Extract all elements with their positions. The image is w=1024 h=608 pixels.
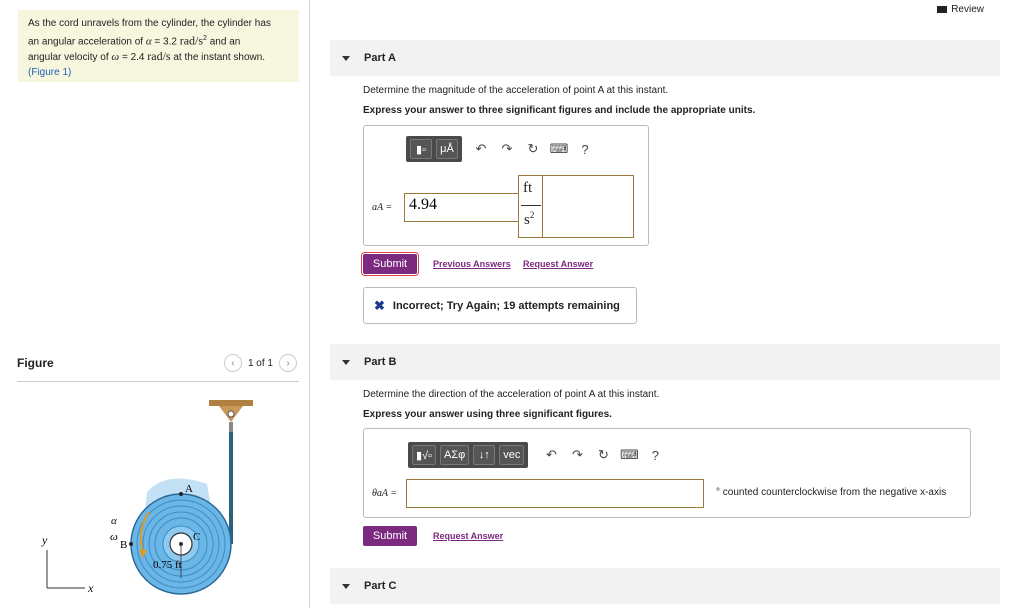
part-b-value-input[interactable]	[406, 479, 704, 508]
reset-icon[interactable]: ↻	[590, 445, 616, 465]
collapse-triangle-icon	[342, 583, 350, 589]
problem-line-1: As the cord unravels from the cylinder, …	[28, 18, 271, 29]
part-a-instruction: Express your answer to three significant…	[363, 105, 756, 116]
label-A: A	[185, 483, 193, 495]
label-B: B	[120, 539, 127, 551]
part-b-prompt: Determine the direction of the accelerat…	[363, 389, 660, 400]
units-button[interactable]: μÅ	[436, 139, 458, 159]
templates-button[interactable]: ▮√▫	[412, 445, 436, 465]
part-b-toolbar: ▮√▫ ΑΣφ ↓↑ vec ↶ ↷ ↻ ⌨ ?	[408, 442, 668, 468]
problem-line-2: an angular acceleration of α = 3.2 rad/s…	[28, 32, 241, 47]
point-B	[129, 542, 133, 546]
part-b-submit-button[interactable]: Submit	[363, 526, 417, 546]
part-a-answer-box: ▮▫ μÅ ↶ ↷ ↻ ⌨ ? aA = 4.94 ft s2	[363, 125, 649, 246]
dimension-label: 0.75 ft	[153, 559, 182, 571]
hanger-rod	[229, 422, 233, 432]
figure-header: Figure ‹ 1 of 1 ›	[17, 354, 299, 382]
left-panel: As the cord unravels from the cylinder, …	[0, 0, 310, 608]
collapse-triangle-icon	[342, 359, 350, 365]
keyboard-icon[interactable]: ⌨	[616, 445, 642, 465]
part-b-request-answer-link[interactable]: Request Answer	[433, 531, 503, 541]
keyboard-icon[interactable]: ⌨	[546, 139, 572, 159]
arrows-button[interactable]: ↓↑	[473, 445, 496, 465]
part-b-answer-box: ▮√▫ ΑΣφ ↓↑ vec ↶ ↷ ↻ ⌨ ? θaA = ° counted…	[363, 428, 971, 518]
part-c-header[interactable]: Part C	[330, 568, 1000, 604]
cylinder-figure: A B C 0.75 ft α ω y x	[41, 400, 253, 595]
part-a-toolbar: ▮▫ μÅ ↶ ↷ ↻ ⌨ ?	[406, 136, 598, 162]
templates-button[interactable]: ▮▫	[410, 139, 432, 159]
part-a-submit-button[interactable]: Submit	[361, 252, 419, 276]
units-fraction: ft s2	[519, 176, 543, 237]
point-A	[179, 492, 183, 496]
part-a-prompt: Determine the magnitude of the accelerat…	[363, 85, 669, 96]
part-a-value-input[interactable]: 4.94	[404, 193, 519, 222]
redo-icon[interactable]: ↷	[494, 139, 520, 159]
figure-link[interactable]: (Figure 1)	[28, 66, 289, 81]
review-icon	[937, 6, 948, 13]
help-icon[interactable]: ?	[572, 139, 598, 159]
prev-figure-button[interactable]: ‹	[223, 354, 242, 372]
symbols-button[interactable]: ΑΣφ	[440, 445, 470, 465]
math-group: ▮√▫ ΑΣφ ↓↑ vec	[408, 442, 529, 468]
review-link[interactable]: Review	[937, 4, 984, 15]
part-a-variable-label: aA =	[372, 202, 393, 213]
unit-numerator: ft	[523, 180, 533, 196]
figure-title: Figure	[17, 356, 54, 370]
part-a-header[interactable]: Part A	[330, 40, 1000, 76]
label-omega: ω	[110, 531, 118, 543]
previous-answers-link[interactable]: Previous Answers	[433, 259, 511, 269]
label-y: y	[41, 533, 48, 547]
part-b-variable-label: θaA =	[372, 488, 398, 499]
part-b-instruction: Express your answer using three signific…	[363, 409, 612, 420]
incorrect-icon: ✖	[374, 297, 385, 313]
part-b-unit-note: ° counted counterclockwise from the nega…	[716, 487, 947, 498]
part-b-header[interactable]: Part B	[330, 344, 1000, 380]
fraction-bar	[521, 205, 541, 206]
undo-icon[interactable]: ↶	[538, 445, 564, 465]
reset-icon[interactable]: ↻	[520, 139, 546, 159]
vector-button[interactable]: vec	[499, 445, 525, 465]
redo-icon[interactable]: ↷	[564, 445, 590, 465]
template-group: ▮▫ μÅ	[406, 136, 462, 162]
pulley-pin	[227, 410, 235, 418]
problem-line-3: angular velocity of ω = 2.4 rad/s at the…	[28, 49, 266, 64]
next-figure-button[interactable]: ›	[279, 354, 297, 372]
problem-statement: As the cord unravels from the cylinder, …	[18, 10, 299, 82]
unit-denominator: s2	[524, 210, 535, 228]
label-alpha: α	[111, 515, 117, 527]
part-a-units-input[interactable]: ft s2	[518, 175, 634, 238]
figure-pager: ‹ 1 of 1 ›	[223, 354, 297, 372]
label-C: C	[193, 531, 200, 543]
help-icon[interactable]: ?	[642, 445, 668, 465]
ceiling-plate	[209, 400, 253, 406]
undo-icon[interactable]: ↶	[468, 139, 494, 159]
pager-label: 1 of 1	[247, 357, 273, 369]
part-a-feedback: ✖ Incorrect; Try Again; 19 attempts rema…	[363, 287, 637, 324]
label-x: x	[87, 581, 94, 595]
collapse-triangle-icon	[342, 55, 350, 61]
part-a-request-answer-link[interactable]: Request Answer	[523, 259, 593, 269]
